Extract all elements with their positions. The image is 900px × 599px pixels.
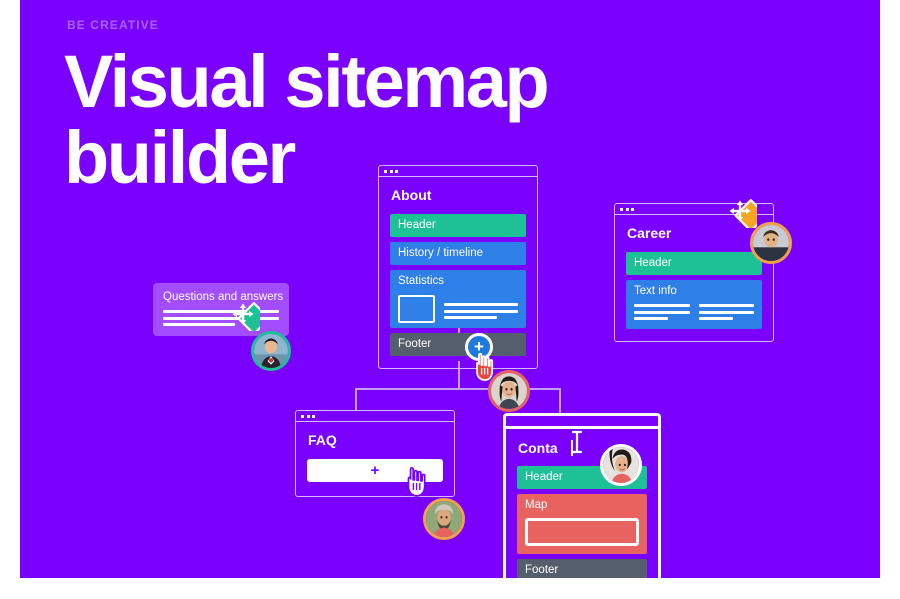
card-body: About Header History / timeline Statisti… bbox=[378, 176, 538, 369]
block-label: Header bbox=[634, 257, 672, 269]
collaborator-avatar-add-node[interactable] bbox=[488, 370, 530, 412]
block-map[interactable]: Map bbox=[517, 494, 647, 554]
block-statistics[interactable]: Statistics bbox=[390, 270, 526, 328]
text-placeholder-lines bbox=[698, 304, 754, 320]
block-label: Text info bbox=[634, 285, 677, 297]
window-dot-icon bbox=[306, 414, 310, 418]
block-history[interactable]: History / timeline bbox=[390, 242, 526, 265]
block-header[interactable]: Header bbox=[390, 214, 526, 237]
window-dot-icon bbox=[625, 207, 629, 211]
window-dot-icon bbox=[517, 419, 521, 423]
chart-placeholder-icon bbox=[398, 295, 435, 323]
block-text-info[interactable]: Text info bbox=[626, 280, 762, 329]
text-placeholder-lines bbox=[444, 301, 518, 319]
avatar-photo bbox=[254, 334, 288, 368]
avatar-photo bbox=[491, 373, 527, 409]
canvas: BE CREATIVE Visual sitemap builder About… bbox=[20, 0, 880, 578]
dragged-card-title: Questions and answers bbox=[163, 291, 284, 303]
card-title: About bbox=[391, 187, 432, 203]
move-cursor-icon bbox=[723, 194, 768, 233]
block-label: Header bbox=[398, 219, 436, 231]
i-beam-cursor-icon bbox=[571, 429, 583, 460]
move-cursor-icon bbox=[226, 297, 271, 336]
card-body: FAQ + bbox=[295, 421, 455, 497]
dragged-card-questions-and-answers[interactable]: Questions and answers bbox=[153, 283, 289, 336]
text-placeholder-lines bbox=[163, 310, 279, 326]
window-dot-icon bbox=[312, 414, 315, 418]
block-label: Statistics bbox=[398, 275, 445, 287]
sitemap-card-about[interactable]: About Header History / timeline Statisti… bbox=[378, 165, 538, 369]
window-dot-icon bbox=[620, 207, 623, 211]
window-dot-icon bbox=[631, 207, 634, 211]
placeholder-line bbox=[634, 317, 669, 320]
text-placeholder-lines bbox=[634, 304, 690, 320]
block-label: Footer bbox=[398, 338, 432, 350]
placeholder-line bbox=[163, 323, 235, 326]
block-header[interactable]: Header bbox=[626, 252, 762, 275]
card-title: FAQ bbox=[308, 432, 337, 448]
collaborator-avatar-faq[interactable] bbox=[423, 498, 465, 540]
window-dot-icon bbox=[395, 169, 398, 173]
card-body: Career Header Text info bbox=[614, 214, 774, 342]
avatar-photo bbox=[426, 501, 462, 537]
window-dot-icon bbox=[511, 419, 515, 423]
card-titlebar bbox=[503, 413, 661, 426]
block-footer[interactable]: Footer bbox=[390, 333, 526, 356]
collaborator-avatar-dragging[interactable] bbox=[251, 331, 291, 371]
block-statistics-content bbox=[398, 295, 518, 323]
block-label: Map bbox=[525, 499, 548, 511]
avatar-photo bbox=[603, 447, 639, 483]
placeholder-line bbox=[444, 309, 518, 313]
placeholder-line bbox=[163, 316, 279, 320]
placeholder-line bbox=[444, 316, 498, 319]
block-text-columns bbox=[634, 304, 754, 320]
connector-to-faq bbox=[355, 388, 357, 410]
window-dot-icon bbox=[384, 169, 387, 173]
placeholder-line bbox=[698, 317, 733, 320]
hand-pointer-icon bbox=[403, 466, 431, 503]
card-title-input[interactable]: Conta bbox=[518, 440, 558, 456]
window-dot-icon bbox=[301, 414, 304, 418]
placeholder-line bbox=[698, 310, 754, 314]
map-placeholder-icon bbox=[525, 518, 639, 546]
card-titlebar bbox=[378, 165, 538, 176]
block-label: History / timeline bbox=[398, 247, 483, 259]
connector-to-contact bbox=[559, 388, 561, 413]
window-dot-icon bbox=[523, 419, 527, 423]
block-footer[interactable]: Footer bbox=[517, 559, 647, 578]
placeholder-line bbox=[444, 303, 518, 306]
placeholder-line bbox=[634, 310, 690, 314]
eyebrow-label: BE CREATIVE bbox=[67, 18, 159, 32]
placeholder-line bbox=[163, 310, 279, 313]
placeholder-line bbox=[634, 304, 690, 307]
collaborator-avatar-career[interactable] bbox=[750, 222, 792, 264]
placeholder-line bbox=[698, 304, 754, 307]
sitemap-card-faq[interactable]: FAQ + bbox=[295, 410, 455, 497]
page-title: Visual sitemap builder bbox=[64, 40, 550, 199]
avatar-photo bbox=[753, 225, 789, 261]
window-dot-icon bbox=[389, 169, 393, 173]
card-titlebar bbox=[295, 410, 455, 421]
block-label: Footer bbox=[525, 564, 559, 576]
collaborator-avatar-contact[interactable] bbox=[600, 444, 642, 486]
